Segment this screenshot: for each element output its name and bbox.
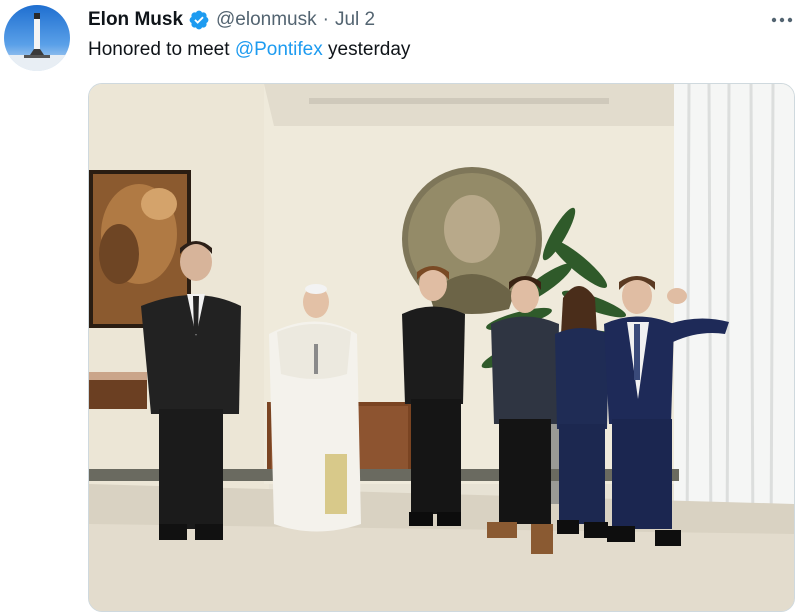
more-options-icon[interactable] xyxy=(770,10,794,30)
rocket-landing-avatar-image xyxy=(4,5,70,71)
avatar[interactable] xyxy=(4,5,70,71)
user-handle[interactable]: @elonmusk xyxy=(216,9,317,31)
tweet-date[interactable]: Jul 2 xyxy=(335,9,375,31)
tweet-text: Honored to meet @Pontifex yesterday xyxy=(88,38,410,62)
photo-illustration xyxy=(89,84,794,611)
mention-link[interactable]: @Pontifex xyxy=(235,39,323,60)
display-name[interactable]: Elon Musk xyxy=(88,9,183,31)
tweet-text-before: Honored to meet xyxy=(88,39,235,60)
tweet-photo[interactable] xyxy=(88,83,795,612)
verified-badge-icon xyxy=(188,9,210,31)
separator-dot: · xyxy=(322,9,329,30)
tweet-header: Elon Musk @elonmusk · Jul 2 xyxy=(88,8,375,32)
tweet-text-after: yesterday xyxy=(322,39,411,60)
